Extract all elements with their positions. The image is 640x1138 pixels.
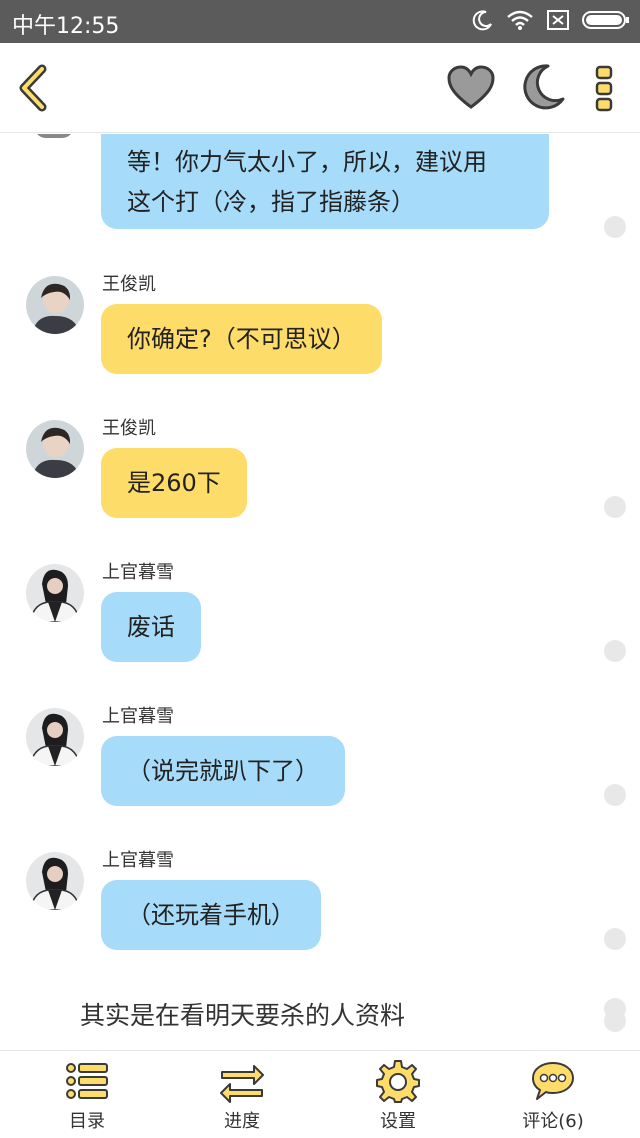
sender-name: 上官暮雪	[102, 706, 174, 727]
avatar[interactable]	[26, 708, 84, 766]
sender-name: 王俊凯	[102, 418, 156, 439]
avatar[interactable]	[26, 564, 84, 622]
avatar[interactable]	[26, 420, 84, 478]
message-bubble[interactable]: （说完就趴下了）	[101, 736, 345, 806]
tab-catalog[interactable]: 目录	[27, 1051, 147, 1138]
message-bubble[interactable]: 是260下	[101, 448, 247, 518]
message-indicator-dot	[604, 496, 626, 518]
sender-name: 上官暮雪	[102, 562, 174, 583]
sender-name: 上官暮雪	[102, 850, 174, 871]
wifi-icon	[507, 10, 533, 30]
message-indicator-dot	[604, 784, 626, 806]
status-icons	[472, 9, 630, 31]
message-bubble[interactable]: 你确定?（不可思议）	[101, 304, 382, 374]
night-mode-moon-icon	[523, 64, 565, 110]
avatar[interactable]	[26, 276, 84, 334]
avatar-image	[26, 420, 84, 478]
more-dots-icon	[595, 65, 613, 112]
message-text-line: 等！你力气太小了，所以，建议用	[127, 148, 487, 176]
message-bubble[interactable]: 废话	[101, 592, 201, 662]
bottom-toolbar: 目录 进度 设置 评论(6)	[0, 1050, 640, 1138]
gear-icon	[376, 1060, 420, 1103]
list-icon	[66, 1063, 108, 1099]
avatar[interactable]	[34, 134, 74, 138]
message-bubble[interactable]: 等！你力气太小了，所以，建议用 这个打（冷，指了指藤条）	[101, 134, 549, 229]
status-time: 中午12:55	[12, 14, 120, 39]
message-text-line: 这个打（冷，指了指藤条）	[127, 188, 415, 216]
swap-arrows-icon	[220, 1065, 264, 1103]
back-button[interactable]	[14, 63, 54, 113]
tab-progress[interactable]: 进度	[182, 1051, 302, 1138]
narration-text: 其实是在看明天要杀的人资料	[80, 1001, 406, 1030]
tab-label: 评论(6)	[522, 1111, 584, 1132]
tab-label: 设置	[380, 1111, 416, 1132]
message-indicator-dot	[604, 640, 626, 662]
message-indicator-dot	[604, 928, 626, 950]
comment-bubble-icon	[532, 1062, 574, 1100]
avatar-image	[26, 564, 84, 622]
back-chevron-icon	[19, 64, 47, 112]
message-indicator-dot	[604, 216, 626, 238]
status-bar: 中午12:55	[0, 0, 640, 43]
message-bubble[interactable]: （还玩着手机）	[101, 880, 321, 950]
night-mode-button[interactable]	[518, 63, 566, 113]
message-indicator-dot	[604, 1010, 626, 1032]
avatar-image	[26, 852, 84, 910]
tab-label: 目录	[69, 1111, 105, 1132]
avatar[interactable]	[26, 852, 84, 910]
avatar-image	[26, 708, 84, 766]
chat-list[interactable]: 等！你力气太小了，所以，建议用 这个打（冷，指了指藤条） 王俊凯 你确定?（不可…	[0, 134, 640, 1050]
battery-icon	[582, 11, 629, 29]
top-navigation-bar	[0, 43, 640, 133]
no-sim-icon	[547, 10, 569, 30]
sender-name: 王俊凯	[102, 274, 156, 295]
avatar-image	[26, 276, 84, 334]
tab-settings[interactable]: 设置	[338, 1051, 458, 1138]
heart-icon	[447, 65, 495, 109]
tab-comments[interactable]: 评论(6)	[493, 1051, 613, 1138]
tab-label: 进度	[224, 1111, 260, 1132]
do-not-disturb-moon-icon	[472, 10, 492, 31]
favorite-button[interactable]	[446, 65, 496, 111]
more-options-button[interactable]	[594, 65, 614, 113]
